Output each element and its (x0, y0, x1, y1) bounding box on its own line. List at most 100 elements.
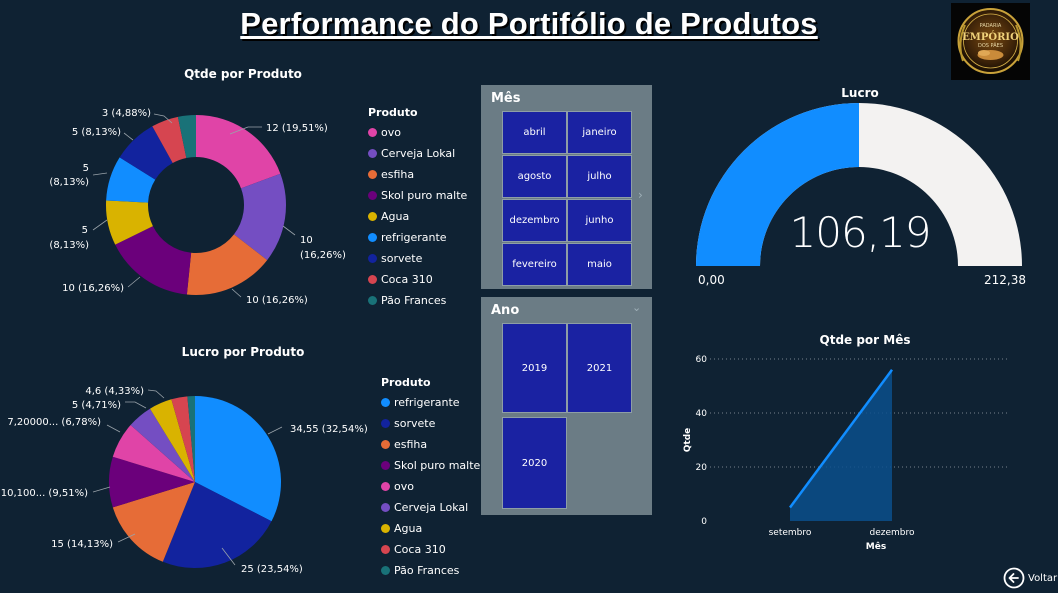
qtde-legend-item-pao-frances[interactable]: Pão Frances (368, 290, 478, 311)
lucro-legend-item-ovo[interactable]: ovo (381, 476, 491, 497)
y-axis-title: Qtde (683, 428, 693, 453)
ano-slicer: Ano ⌄ 2019 2021 2020 (481, 297, 652, 515)
logo-badge-icon: PADARIA EMPÓRIO DOS PÃES (957, 8, 1024, 74)
legend-dot-icon (381, 419, 390, 428)
qtde-por-mes-title: Qtde por Mês (819, 333, 911, 347)
qtde-legend-item-skol-puro-malte[interactable]: Skol puro malte (368, 185, 478, 206)
back-arrow-icon (1003, 567, 1025, 589)
mes-option-junho[interactable]: junho (567, 199, 632, 242)
lucro-legend-item-pao-frances[interactable]: Pão Frances (381, 560, 491, 581)
legend-dot-icon (381, 461, 390, 470)
logo-line3: DOS PÃES (978, 42, 1003, 49)
legend-label: Cerveja Lokal (394, 501, 469, 514)
pie-label-sorvete: 25 (23,54%) (241, 564, 303, 575)
legend-label: Pão Frances (381, 294, 447, 307)
donut-label-refri-1: 5 (83, 163, 89, 174)
donut-label-sorvete: 5 (8,13%) (72, 127, 121, 138)
qtde-legend-item-ovo[interactable]: ovo (368, 122, 478, 143)
mes-option-julho[interactable]: julho (567, 155, 632, 198)
donut-label-cerveja-1: 10 (300, 235, 313, 246)
mes-option-maio[interactable]: maio (567, 243, 632, 286)
legend-label: ovo (381, 126, 401, 139)
lucro-gauge-title: Lucro (841, 86, 879, 100)
qtde-por-mes-chart[interactable]: 0 20 40 60 setembro dezembro Mês Qtde (680, 350, 1020, 555)
y-tick-label: 60 (696, 355, 708, 365)
ano-option-2020[interactable]: 2020 (502, 417, 567, 509)
mes-option-janeiro[interactable]: janeiro (567, 111, 632, 154)
legend-dot-icon (381, 398, 390, 407)
qtde-legend-title: Produto (368, 106, 418, 119)
legend-label: Skol puro malte (381, 189, 468, 202)
legend-label: esfiha (394, 438, 428, 451)
x-tick-label: setembro (769, 528, 812, 538)
legend-dot-icon (381, 545, 390, 554)
pie-label-skol: 10,100... (9,51%) (1, 488, 88, 499)
qtde-legend-item-coca-310[interactable]: Coca 310 (368, 269, 478, 290)
legend-label: refrigerante (394, 396, 460, 409)
legend-dot-icon (381, 566, 390, 575)
donut-label-skol: 10 (16,26%) (62, 283, 124, 294)
legend-dot-icon (368, 233, 377, 242)
qtde-legend-item-sorvete[interactable]: sorvete (368, 248, 478, 269)
pie-label-ovo: 7,20000... (6,78%) (7, 417, 101, 428)
y-tick-label: 40 (696, 409, 708, 419)
legend-label: Cerveja Lokal (381, 147, 456, 160)
legend-label: Skol puro malte (394, 459, 481, 472)
mes-slicer-title: Mês (491, 91, 521, 106)
chevron-right-icon[interactable]: › (638, 188, 643, 202)
legend-dot-icon (368, 170, 377, 179)
mes-option-fevereiro[interactable]: fevereiro (502, 243, 567, 286)
qtde-legend-item-agua[interactable]: Agua (368, 206, 478, 227)
mes-slicer: Mês › abril janeiro agosto julho dezembr… (481, 85, 652, 289)
lucro-legend-item-sorvete[interactable]: sorvete (381, 413, 491, 434)
x-axis-title: Mês (866, 541, 886, 552)
mes-option-agosto[interactable]: agosto (502, 155, 567, 198)
lucro-legend-item-skol-puro-malte[interactable]: Skol puro malte (381, 455, 491, 476)
legend-label: Coca 310 (394, 543, 446, 556)
pie-label-cerveja: 5 (4,71%) (72, 400, 121, 411)
legend-dot-icon (381, 503, 390, 512)
qtde-legend-item-cerveja-lokal[interactable]: Cerveja Lokal (368, 143, 478, 164)
legend-label: esfiha (381, 168, 415, 181)
logo-line1: PADARIA (980, 23, 1002, 29)
donut-label-refri-2: (8,13%) (49, 177, 89, 188)
legend-dot-icon (368, 254, 377, 263)
lucro-legend-item-refrigerante[interactable]: refrigerante (381, 392, 491, 413)
lucro-por-produto-pie[interactable]: 34,55 (32,54%) 25 (23,54%) 15 (14,13%) 1… (0, 370, 380, 585)
legend-dot-icon (368, 149, 377, 158)
donut-label-esfiha: 10 (16,26%) (246, 295, 308, 306)
chevron-down-icon[interactable]: ⌄ (632, 301, 641, 314)
legend-label: Agua (394, 522, 423, 535)
donut-label-agua-1: 5 (82, 225, 88, 236)
lucro-legend-item-esfiha[interactable]: esfiha (381, 434, 491, 455)
page-title: Performance do Portifólio de Produtos (240, 6, 818, 41)
donut-label-coca: 3 (4,88%) (102, 108, 151, 119)
qtde-legend-item-esfiha[interactable]: esfiha (368, 164, 478, 185)
pie-label-refri: 34,55 (32,54%) (290, 424, 368, 435)
legend-label: Pão Frances (394, 564, 460, 577)
legend-label: Coca 310 (381, 273, 433, 286)
qtde-por-produto-donut[interactable]: 12 (19,51%) 10 (16,26%) 10 (16,26%) 10 (… (0, 85, 365, 315)
lucro-legend-item-coca-310[interactable]: Coca 310 (381, 539, 491, 560)
legend-label: Agua (381, 210, 410, 223)
legend-label: refrigerante (381, 231, 447, 244)
legend-dot-icon (381, 482, 390, 491)
lucro-gauge-value: 106,19 (789, 208, 932, 257)
ano-option-2019[interactable]: 2019 (502, 323, 567, 413)
legend-dot-icon (381, 440, 390, 449)
legend-dot-icon (368, 275, 377, 284)
lucro-legend-title: Produto (381, 376, 431, 389)
mes-option-dezembro[interactable]: dezembro (502, 199, 567, 242)
mes-option-abril[interactable]: abril (502, 111, 567, 154)
ano-option-2021[interactable]: 2021 (567, 323, 632, 413)
ano-slicer-title: Ano (491, 303, 520, 318)
legend-dot-icon (368, 191, 377, 200)
qtde-legend-item-refrigerante[interactable]: refrigerante (368, 227, 478, 248)
legend-dot-icon (381, 524, 390, 533)
lucro-legend-item-cerveja-lokal[interactable]: Cerveja Lokal (381, 497, 491, 518)
lucro-legend-item-agua[interactable]: Agua (381, 518, 491, 539)
voltar-button[interactable]: Voltar (1003, 567, 1057, 589)
pie-label-esfiha: 15 (14,13%) (51, 539, 113, 550)
qtde-legend: Produto ovo Cerveja Lokal esfiha Skol puro … (368, 106, 478, 311)
qtde-por-produto-title: Qtde por Produto (184, 67, 302, 81)
